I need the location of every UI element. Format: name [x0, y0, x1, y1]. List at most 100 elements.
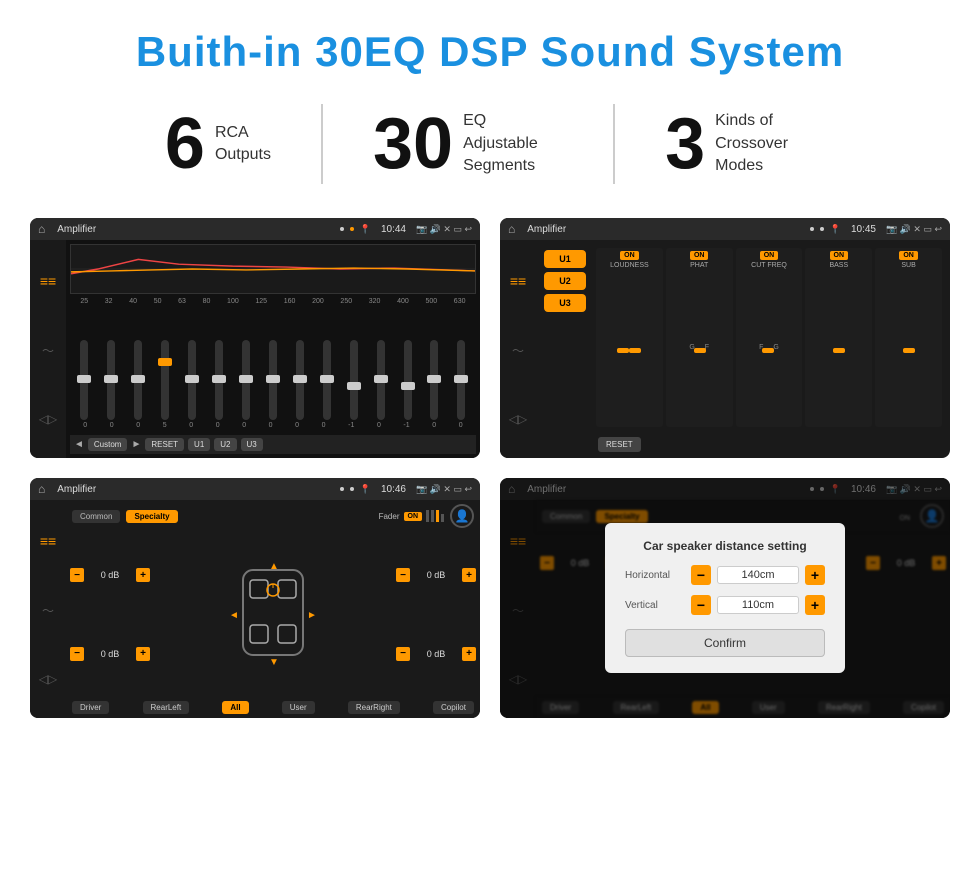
u2-btn[interactable]: U2	[214, 438, 236, 451]
speaker-top-bar: Common Specialty Fader ON 👤	[66, 500, 480, 532]
wave-icon-3[interactable]: 〜	[42, 602, 54, 619]
copilot-btn[interactable]: Copilot	[433, 701, 474, 714]
u2-button[interactable]: U2	[544, 272, 586, 290]
eq-slider-8[interactable]	[296, 340, 304, 420]
screen-speaker: ⌂ Amplifier 📍 10:46 📷 🔊 ✕ ▭ ↩ ≡≡ 〜 ◁▷ Co…	[30, 478, 480, 718]
u1-btn[interactable]: U1	[188, 438, 210, 451]
eq-slider-1[interactable]	[107, 340, 115, 420]
speaker-bottom-bar: Driver RearLeft All User RearRight Copil…	[66, 697, 480, 718]
home-icon-3[interactable]: ⌂	[38, 482, 45, 496]
eq-slider-5[interactable]	[215, 340, 223, 420]
eq-icon[interactable]: ≡≡	[40, 273, 56, 289]
prev-icon[interactable]: ◄	[74, 439, 84, 450]
stat-text-rca: RCA Outputs	[215, 122, 271, 167]
screen-amp-modes: ⌂ Amplifier 📍 10:45 📷 🔊 ✕ ▭ ↩ ≡≡ 〜 ◁▷ U1…	[500, 218, 950, 458]
dot-play	[350, 227, 354, 231]
screen-sidebar-1: ≡≡ 〜 ◁▷	[30, 240, 66, 458]
rearleft-btn[interactable]: RearLeft	[143, 701, 190, 714]
eq-slider-6[interactable]	[242, 340, 250, 420]
u3-button[interactable]: U3	[544, 294, 586, 312]
eq-slider-7[interactable]	[269, 340, 277, 420]
driver-btn[interactable]: Driver	[72, 701, 109, 714]
db-plus-rl[interactable]: +	[136, 647, 150, 661]
page-title: Buith-in 30EQ DSP Sound System	[0, 0, 980, 94]
horizontal-row: Horizontal − 140cm +	[625, 565, 825, 585]
vertical-minus[interactable]: −	[691, 595, 711, 615]
custom-btn[interactable]: Custom	[88, 438, 128, 451]
fader-label: Fader	[379, 512, 400, 521]
db-minus-fr[interactable]: −	[396, 568, 410, 582]
db-control-fr: − 0 dB +	[396, 568, 476, 582]
eq-slider-12[interactable]	[404, 340, 412, 420]
eq-slider-3[interactable]	[161, 340, 169, 420]
db-value-rl: 0 dB	[87, 649, 133, 659]
stat-text-eq: EQ Adjustable Segments	[463, 110, 563, 177]
eq-slider-14[interactable]	[457, 340, 465, 420]
horizontal-plus[interactable]: +	[805, 565, 825, 585]
db-minus-fl[interactable]: −	[70, 568, 84, 582]
speaker-icon[interactable]: ◁▷	[39, 412, 57, 426]
db-plus-rr[interactable]: +	[462, 647, 476, 661]
common-tab[interactable]: Common	[72, 510, 120, 523]
reset-btn[interactable]: RESET	[145, 438, 184, 451]
amp-reset-btn[interactable]: RESET	[598, 437, 641, 452]
eq-slider-2[interactable]	[134, 340, 142, 420]
dot3	[350, 487, 354, 491]
horizontal-minus[interactable]: −	[691, 565, 711, 585]
loudness-module: ON LOUDNESS	[596, 248, 663, 427]
eq-icon-2[interactable]: ≡≡	[510, 273, 526, 289]
vertical-row: Vertical − 110cm +	[625, 595, 825, 615]
db-minus-rr[interactable]: −	[396, 647, 410, 661]
eq-slider-11[interactable]	[377, 340, 385, 420]
bass-label: BASS	[829, 262, 848, 269]
svg-text:▲: ▲	[269, 561, 279, 572]
amp-modules-area: ON LOUDNESS ON PHAT	[594, 244, 946, 454]
db-value-fr: 0 dB	[413, 570, 459, 580]
wave-icon[interactable]: 〜	[42, 342, 54, 359]
sub-label: SUB	[901, 262, 915, 269]
db-value-rr: 0 dB	[413, 649, 459, 659]
eq-slider-0[interactable]	[80, 340, 88, 420]
db-minus-rl[interactable]: −	[70, 647, 84, 661]
cutfreq-on[interactable]: ON	[760, 251, 779, 260]
phat-module: ON PHAT G F	[666, 248, 733, 427]
db-control-rr: − 0 dB +	[396, 647, 476, 661]
speaker-icon-3[interactable]: ◁▷	[39, 672, 57, 686]
phat-on[interactable]: ON	[690, 251, 709, 260]
confirm-button[interactable]: Confirm	[625, 629, 825, 657]
eq-slider-9[interactable]	[323, 340, 331, 420]
speaker-icon-2[interactable]: ◁▷	[509, 412, 527, 426]
vertical-value: 110cm	[717, 596, 799, 614]
fader-on[interactable]: ON	[404, 512, 423, 521]
home-icon-2[interactable]: ⌂	[508, 222, 515, 236]
sub-on[interactable]: ON	[899, 251, 918, 260]
eq-slider-13[interactable]	[430, 340, 438, 420]
eq-slider-4[interactable]	[188, 340, 196, 420]
specialty-tab[interactable]: Specialty	[126, 510, 177, 523]
stat-eq: 30 EQ Adjustable Segments	[323, 108, 613, 180]
u1-button[interactable]: U1	[544, 250, 586, 268]
settings-icon[interactable]: 👤	[450, 504, 474, 528]
rec-dot-3	[340, 487, 344, 491]
status-icons-2: 📷 🔊 ✕ ▭ ↩	[886, 224, 942, 235]
loudness-on[interactable]: ON	[620, 251, 639, 260]
rearright-btn[interactable]: RearRight	[348, 701, 400, 714]
location-icon-2: 📍	[830, 224, 841, 235]
amp-right-panel: ON LOUDNESS ON PHAT	[594, 244, 946, 431]
status-bar-1: ⌂ Amplifier 📍 10:44 📷 🔊 ✕ ▭ ↩	[30, 218, 480, 240]
eq-slider-10[interactable]	[350, 340, 358, 420]
home-icon[interactable]: ⌂	[38, 222, 45, 236]
db-plus-fl[interactable]: +	[136, 568, 150, 582]
wave-icon-2[interactable]: 〜	[512, 342, 524, 359]
play-indicator	[340, 227, 344, 231]
bass-on[interactable]: ON	[830, 251, 849, 260]
user-btn[interactable]: User	[282, 701, 315, 714]
next-icon[interactable]: ►	[131, 439, 141, 450]
vertical-plus[interactable]: +	[805, 595, 825, 615]
db-plus-fr[interactable]: +	[462, 568, 476, 582]
stats-row: 6 RCA Outputs 30 EQ Adjustable Segments …	[0, 94, 980, 208]
distance-dialog: Car speaker distance setting Horizontal …	[605, 523, 845, 673]
eq-icon-3[interactable]: ≡≡	[40, 533, 56, 549]
u3-btn[interactable]: U3	[241, 438, 263, 451]
all-btn[interactable]: All	[222, 701, 248, 714]
